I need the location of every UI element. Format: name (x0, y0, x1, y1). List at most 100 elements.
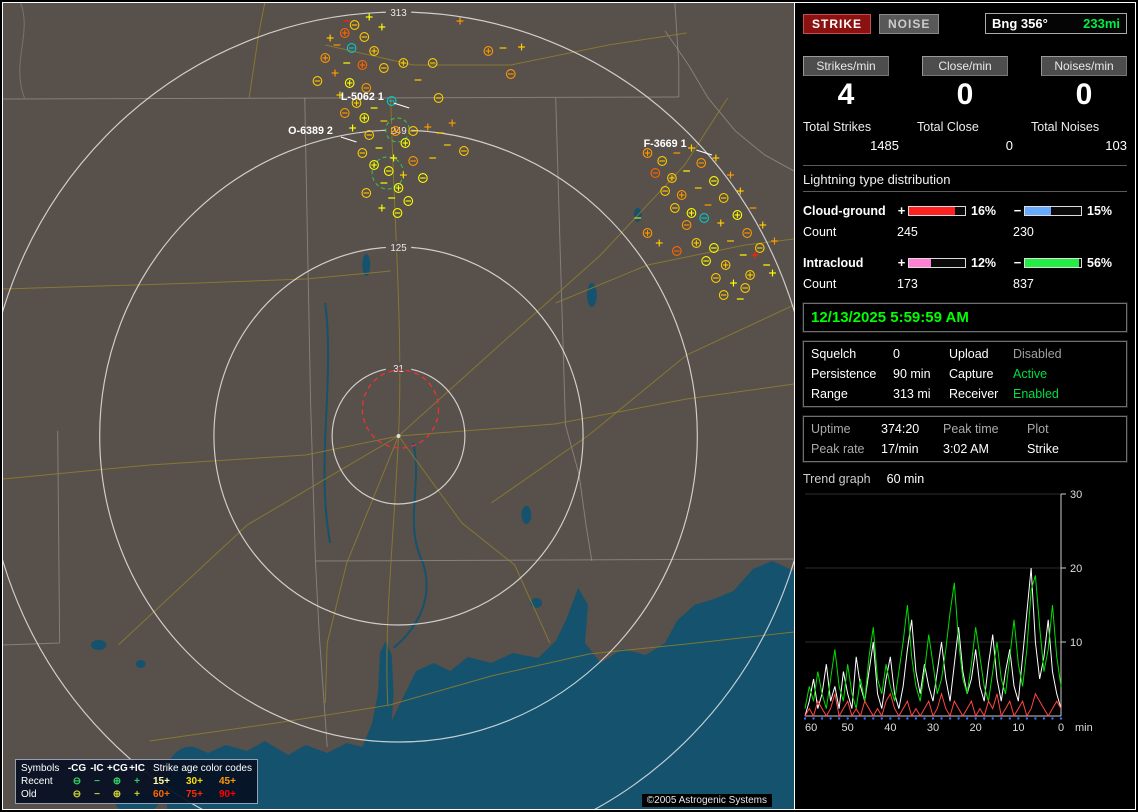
persistence-label: Persistence (811, 367, 877, 381)
persistence-value: 90 min (893, 367, 931, 381)
svg-text:20: 20 (970, 722, 982, 734)
cloud-ground-count-row: Count 245 230 (803, 221, 1127, 242)
status-panel: STRIKE NOISE Bng 356° 233mi Strikes/min … (795, 3, 1135, 809)
count-label: Count (803, 276, 837, 291)
trend-window-value: 60 min (886, 472, 925, 486)
upload-status: Disabled (1013, 347, 1062, 361)
rate-values: 4 0 0 (803, 78, 1127, 112)
age-45: 45+ (219, 776, 236, 787)
uptime-box: Uptime 374:20 Peak time Plot Peak rate 1… (802, 415, 1128, 463)
noises-per-min-value: 0 (1075, 78, 1093, 111)
bearing-box: Bng 356° 233mi (985, 13, 1127, 34)
divider (803, 165, 1127, 166)
total-close-label: Total Close (917, 120, 979, 134)
noise-button[interactable]: NOISE (879, 13, 940, 34)
datetime-display: 12/13/2025 5:59:59 AM (802, 302, 1128, 333)
legend-col-pcg: +CG (107, 763, 128, 774)
plus-icon: + (134, 776, 140, 787)
squelch-label: Squelch (811, 347, 857, 361)
capture-label: Capture (949, 367, 994, 381)
ic-minus-bar (1024, 257, 1082, 268)
close-per-min-label: Close/min (922, 56, 1008, 76)
noises-per-min-label: Noises/min (1041, 56, 1127, 76)
squelch-value: 0 (893, 347, 900, 361)
legend-col-pic: +IC (129, 763, 145, 774)
uptime-value: 374:20 (881, 422, 920, 436)
svg-text:L-5062 1: L-5062 1 (341, 91, 384, 103)
svg-text:O-6389 2: O-6389 2 (288, 125, 333, 137)
circle-minus-icon: ⊖ (72, 789, 82, 800)
ic-plus-count: 173 (897, 276, 918, 291)
legend-recent-row: Recent ⊖ − ⊕ + 15+ 30+ 45+ (21, 775, 252, 788)
total-noises: Total Noises 103 (1031, 120, 1127, 153)
cg-minus-bar (1024, 205, 1082, 216)
intracloud-label: Intracloud (803, 255, 864, 270)
legend-old-row: Old ⊖ − ⊕ + 60+ 75+ 90+ (21, 788, 252, 801)
peak-rate-label: Peak rate (811, 442, 865, 456)
svg-text:20: 20 (1070, 563, 1082, 575)
legend-col-nic: -IC (90, 763, 104, 774)
peak-time-label: Peak time (943, 422, 999, 436)
circle-minus-icon: ⊖ (72, 776, 82, 787)
upload-label: Upload (949, 347, 989, 361)
legend-age-title: Strike age color codes (153, 763, 252, 774)
cloud-ground-label: Cloud-ground (803, 203, 886, 218)
cloud-ground-row: Cloud-ground + 16% − 15% (803, 200, 1127, 221)
age-75: 75+ (186, 789, 203, 800)
map-legend: Symbols -CG -IC +CG +IC Strike age color… (15, 759, 258, 804)
total-noises-value: 103 (1105, 138, 1127, 153)
trend-graph-label: Trend graph (803, 472, 871, 486)
ic-minus-pct: 56% (1087, 255, 1113, 270)
age-90: 90+ (219, 789, 236, 800)
svg-text:30: 30 (927, 722, 939, 734)
legend-old-label: Old (21, 789, 37, 800)
svg-text:40: 40 (884, 722, 896, 734)
intracloud-count-row: Count 173 837 (803, 273, 1127, 294)
legend-col-ncg: -CG (67, 763, 87, 774)
cg-minus-count: 230 (1013, 224, 1034, 239)
cg-plus-count: 245 (897, 224, 918, 239)
close-per-min-value: 0 (956, 78, 974, 111)
strike-button[interactable]: STRIKE (803, 13, 872, 34)
circle-plus-icon: ⊕ (112, 776, 122, 787)
totals-row: Total Strikes 1485 Total Close 0 Total N… (803, 120, 1127, 153)
minus-icon: − (1013, 203, 1022, 218)
total-strikes-value: 1485 (870, 138, 899, 153)
plus-icon: + (134, 789, 140, 800)
svg-text:F-3669 1: F-3669 1 (644, 138, 687, 150)
map-view[interactable]: 31324912531 L-5062 1O-6389 2F-3669 1 (3, 3, 794, 809)
circle-plus-icon: ⊕ (112, 789, 122, 800)
svg-text:min: min (1075, 722, 1093, 734)
range-value: 313 mi (893, 387, 931, 401)
trend-header: Trend graph 60 min (803, 472, 1127, 486)
age-30: 30+ (186, 776, 203, 787)
ic-minus-count: 837 (1013, 276, 1034, 291)
uptime-label: Uptime (811, 422, 851, 436)
svg-text:60: 60 (805, 722, 817, 734)
rate-headers: Strikes/min Close/min Noises/min (803, 56, 1127, 76)
total-close: Total Close 0 (917, 120, 1013, 153)
app-window: 313 249 125 31 L-5062 1 O-6389 2 F-3669 1 Sym… (2, 2, 1136, 810)
peak-rate-value: 17/min (881, 442, 919, 456)
range-value: 233mi (1083, 16, 1120, 31)
age-60: 60+ (153, 789, 170, 800)
ic-plus-bar (908, 257, 966, 268)
settings-box: Squelch 0 Upload Disabled Persistence 90… (802, 340, 1128, 408)
svg-text:50: 50 (842, 722, 854, 734)
minus-icon: − (1013, 255, 1022, 270)
plus-icon: + (897, 255, 906, 270)
plot-value: Strike (1027, 442, 1059, 456)
intracloud-row: Intracloud + 12% − 56% (803, 252, 1127, 273)
mode-header-row: STRIKE NOISE Bng 356° 233mi (803, 13, 1127, 34)
total-close-value: 0 (1005, 138, 1013, 153)
total-strikes: Total Strikes 1485 (803, 120, 899, 153)
total-noises-label: Total Noises (1031, 120, 1100, 134)
strikes-per-min-value: 4 (837, 78, 855, 111)
bearing-value: Bng 356° (992, 16, 1048, 31)
peak-time-value: 3:02 AM (943, 442, 989, 456)
map-area: 313 249 125 31 L-5062 1 O-6389 2 F-3669 1 Sym… (3, 3, 795, 809)
cg-plus-pct: 16% (971, 203, 997, 218)
svg-text:313: 313 (390, 8, 407, 19)
strikes-per-min-label: Strikes/min (803, 56, 889, 76)
copyright-notice: ©2005 Astrogenic Systems (641, 794, 772, 807)
